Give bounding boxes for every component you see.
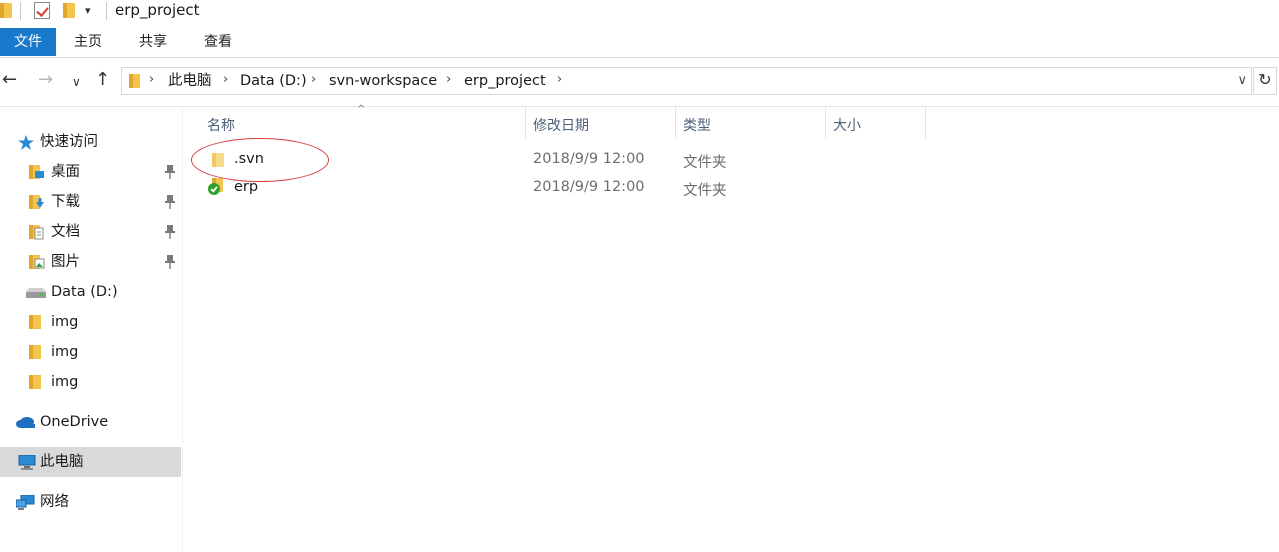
new-folder-icon[interactable] — [63, 3, 75, 18]
pictures-folder-icon — [29, 255, 45, 269]
chevron-right-icon[interactable]: › — [223, 72, 228, 87]
sidebar-item-data-drive[interactable]: Data (D:) — [0, 277, 181, 307]
toolbar-separator — [106, 2, 107, 20]
file-type: 文件夹 — [683, 155, 727, 171]
sidebar-item-label: img — [51, 344, 79, 360]
file-modified: 2018/9/9 12:00 — [533, 179, 645, 195]
sidebar-item-label: 网络 — [40, 494, 69, 510]
folder-icon — [29, 375, 41, 389]
chevron-right-icon[interactable]: › — [311, 72, 316, 87]
customize-toolbar-dropdown[interactable]: ▾ — [85, 4, 91, 17]
file-row-erp[interactable]: erp 2018/9/9 12:00 文件夹 — [193, 175, 926, 201]
breadcrumb-erp-project[interactable]: erp_project — [464, 72, 546, 90]
address-bar[interactable]: › 此电脑 › Data (D:) › svn-workspace › erp_… — [121, 67, 1252, 95]
tab-file[interactable]: 文件 — [0, 28, 56, 56]
sidebar-item-label: 快速访问 — [40, 134, 98, 150]
folder-icon — [29, 345, 41, 359]
column-header-size[interactable]: 大小 — [826, 107, 926, 139]
breadcrumb-data-drive[interactable]: Data (D:) — [240, 72, 307, 90]
sidebar-item-label: 图片 — [51, 254, 80, 270]
desktop-folder-icon — [29, 165, 44, 179]
pin-icon[interactable] — [164, 255, 176, 269]
forward-arrow-icon[interactable]: → — [38, 70, 53, 90]
sidebar-item-pictures[interactable]: 图片 — [0, 247, 181, 277]
folder-icon — [29, 315, 41, 329]
navigation-bar: ← → ∨ ↑ › 此电脑 › Data (D:) › svn-workspac… — [0, 62, 1279, 98]
folder-icon[interactable] — [0, 3, 12, 18]
file-type: 文件夹 — [683, 183, 727, 199]
sidebar-item-quick-access[interactable]: 快速访问 — [0, 127, 181, 157]
column-header-name[interactable]: 名称 — [200, 107, 526, 139]
sidebar-item-onedrive[interactable]: OneDrive — [0, 407, 181, 437]
sidebar-item-label: 文档 — [51, 224, 80, 240]
folder-icon — [129, 74, 140, 88]
back-arrow-icon[interactable]: ← — [2, 70, 17, 90]
file-modified: 2018/9/9 12:00 — [533, 151, 645, 167]
column-header-type[interactable]: 类型 — [676, 107, 826, 139]
recent-locations-chevron-icon[interactable]: ∨ — [72, 72, 81, 92]
sidebar-item-img[interactable]: img — [0, 337, 181, 367]
ribbon: 文件 主页 共享 查看 — [0, 28, 1279, 58]
star-icon — [18, 135, 34, 150]
computer-icon — [18, 455, 36, 470]
svn-normal-folder-icon — [208, 178, 223, 195]
annotation-ellipse — [191, 138, 329, 182]
sidebar-item-label: 下载 — [51, 194, 80, 210]
sidebar-item-this-pc[interactable]: 此电脑 — [0, 447, 181, 477]
refresh-icon[interactable]: ↻ — [1253, 67, 1277, 95]
sidebar-item-label: 此电脑 — [40, 454, 84, 470]
pin-icon[interactable] — [164, 165, 176, 179]
tab-share[interactable]: 共享 — [127, 28, 179, 56]
sidebar-item-label: OneDrive — [40, 414, 109, 430]
up-arrow-icon[interactable]: ↑ — [95, 70, 110, 90]
chevron-right-icon[interactable]: › — [446, 72, 451, 87]
drive-icon — [26, 288, 46, 298]
pin-icon[interactable] — [164, 225, 176, 239]
breadcrumb-svn-workspace[interactable]: svn-workspace — [329, 72, 437, 90]
sidebar-item-label: img — [51, 314, 79, 330]
breadcrumb-this-pc[interactable]: 此电脑 — [168, 72, 212, 90]
sidebar-item-desktop[interactable]: 桌面 — [0, 157, 181, 187]
sidebar-item-downloads[interactable]: 下载 — [0, 187, 181, 217]
downloads-folder-icon — [29, 195, 44, 209]
sidebar-item-label: 桌面 — [51, 164, 80, 180]
column-separator[interactable] — [925, 107, 926, 139]
column-header-modified[interactable]: 修改日期 — [526, 107, 676, 139]
sidebar-item-img[interactable]: img — [0, 307, 181, 337]
properties-icon[interactable] — [34, 2, 50, 19]
window-title: erp_project — [115, 1, 200, 19]
sidebar-item-label: img — [51, 374, 79, 390]
address-dropdown-icon[interactable]: ∨ — [1237, 73, 1247, 88]
navigation-pane: 快速访问 桌面 下载 文档 图片 Data (D:) img img img O… — [0, 107, 183, 552]
sidebar-item-label: Data (D:) — [51, 284, 118, 300]
sidebar-item-img[interactable]: img — [0, 367, 181, 397]
tab-view[interactable]: 查看 — [192, 28, 244, 56]
cloud-icon — [16, 417, 35, 428]
sidebar-item-network[interactable]: 网络 — [0, 487, 181, 517]
documents-folder-icon — [29, 225, 44, 240]
sidebar-item-documents[interactable]: 文档 — [0, 217, 181, 247]
network-icon — [16, 495, 35, 510]
tab-home[interactable]: 主页 — [62, 28, 114, 56]
title-bar: ▾ erp_project — [0, 0, 1279, 24]
chevron-right-icon[interactable]: › — [557, 72, 562, 87]
toolbar-separator — [20, 2, 21, 20]
pin-icon[interactable] — [164, 195, 176, 209]
chevron-right-icon[interactable]: › — [149, 72, 154, 87]
